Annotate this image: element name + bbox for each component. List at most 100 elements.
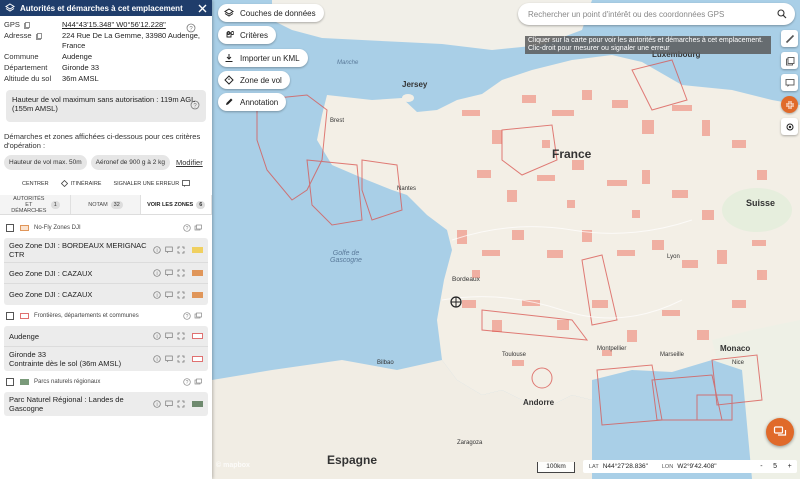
zone-item[interactable]: Gironde 33 Contrainte dès le sol (36m AM… xyxy=(4,347,208,371)
zone-icons: i xyxy=(153,332,203,340)
layers-toggle-icon[interactable] xyxy=(194,312,202,320)
locate-me-button[interactable] xyxy=(781,118,798,135)
tab-zones[interactable]: VOIR LES ZONES 6 xyxy=(141,195,212,214)
map-search-bar[interactable] xyxy=(518,3,795,25)
zone-icons: i xyxy=(153,400,203,408)
zone-item[interactable]: Geo Zone DJI : CAZAUX i xyxy=(4,263,208,284)
modify-link[interactable]: Modifier xyxy=(176,158,203,167)
zone-item[interactable]: Audenge i xyxy=(4,326,208,347)
label-nice: Nice xyxy=(732,360,745,366)
label-nantes: Nantes xyxy=(397,186,417,192)
zoom-to-zone-icon[interactable] xyxy=(177,269,185,277)
svg-text:?: ? xyxy=(186,314,189,320)
search-icon[interactable] xyxy=(777,9,787,19)
zone-swatch xyxy=(192,247,203,253)
report-error-label: SIGNALER UNE ERREUR xyxy=(113,180,180,187)
close-panel-button[interactable] xyxy=(196,2,208,14)
panel-title: Autorités et démarches à cet emplacement xyxy=(20,3,183,13)
command-icon xyxy=(226,31,234,38)
message-icon[interactable] xyxy=(165,400,173,408)
fullscreen-button[interactable] xyxy=(781,96,798,113)
address-value: 224 Rue De La Gemme, 33980 Audenge, Fran… xyxy=(62,31,201,50)
annotation-button[interactable]: Annotation xyxy=(218,93,287,111)
zone-icons: i xyxy=(153,290,203,299)
zone-item[interactable]: Parc Naturel Régional : Landes de Gascog… xyxy=(4,392,208,416)
label-montpellier: Montpellier xyxy=(597,346,627,352)
zone-swatch xyxy=(192,333,203,339)
ruler-tool-button[interactable] xyxy=(781,30,798,47)
zone-swatch xyxy=(192,270,203,276)
info-icon[interactable]: i xyxy=(153,400,161,408)
tab-notam[interactable]: NOTAM 32 xyxy=(70,195,142,214)
group-icons: ? xyxy=(183,312,202,320)
copy-icon[interactable] xyxy=(35,32,42,40)
info-icon[interactable]: i xyxy=(153,355,161,363)
zone-name: Audenge xyxy=(9,331,40,341)
message-icon[interactable] xyxy=(165,355,173,363)
pencil-icon xyxy=(226,98,233,105)
group-swatch xyxy=(20,313,29,319)
help-icon[interactable]: ? xyxy=(186,23,196,33)
svg-text:?: ? xyxy=(186,380,189,386)
map-canvas[interactable]: Jersey Manche Luxembourg France Suisse G… xyxy=(212,0,800,479)
feedback-button[interactable] xyxy=(781,74,798,91)
message-icon[interactable] xyxy=(165,246,173,254)
label-bordeaux: Bordeaux xyxy=(452,276,480,283)
info-icon[interactable]: i xyxy=(153,246,161,254)
layer-preview-button[interactable] xyxy=(781,52,798,69)
zoom-control: - 5 + xyxy=(755,460,797,473)
group-swatch xyxy=(20,379,29,385)
group-checkbox[interactable] xyxy=(6,378,14,386)
zoom-in-button[interactable]: + xyxy=(788,463,792,470)
center-button[interactable]: CENTRER xyxy=(22,181,49,187)
criteria-button[interactable]: Critères xyxy=(218,26,277,44)
svg-text:i: i xyxy=(156,402,157,408)
support-chat-button[interactable] xyxy=(766,418,794,446)
tab-authorities[interactable]: AUTORITÉS ET DÉMARCHES 1 xyxy=(0,195,71,214)
import-kml-button[interactable]: Importer un KML xyxy=(218,49,308,67)
report-error-button[interactable]: SIGNALER UNE ERREUR xyxy=(113,180,191,187)
flight-zone-button[interactable]: Zone de vol xyxy=(218,71,290,89)
label-brest: Brest xyxy=(330,118,345,124)
zoom-to-zone-icon[interactable] xyxy=(177,355,185,363)
zoom-to-zone-icon[interactable] xyxy=(177,291,185,299)
info-icon[interactable]: i xyxy=(153,332,161,340)
layers-toggle-icon[interactable] xyxy=(194,378,202,386)
info-icon[interactable]: i xyxy=(153,269,161,277)
zone-item[interactable]: Geo Zone DJI : CAZAUX i xyxy=(4,284,208,305)
message-icon[interactable] xyxy=(165,269,173,277)
search-input[interactable] xyxy=(528,9,777,19)
group-checkbox[interactable] xyxy=(6,224,14,232)
zoom-out-button[interactable]: - xyxy=(760,463,762,470)
zone-name: Geo Zone DJI : BORDEAUX MERIGNAC CTR xyxy=(9,241,147,259)
criteria-chips: Hauteur de vol max. 50m Aéronef de 900 g… xyxy=(0,150,212,170)
message-icon[interactable] xyxy=(165,291,173,299)
data-layers-button[interactable]: Couches de données xyxy=(218,4,324,22)
mapbox-logo[interactable]: © mapbox xyxy=(216,462,250,469)
weight-chip[interactable]: Aéronef de 900 g à 2 kg xyxy=(90,155,171,170)
chat-bubble-icon xyxy=(773,426,787,436)
group-icons: ? xyxy=(183,378,202,386)
info-icon[interactable]: ? xyxy=(183,224,191,232)
height-chip[interactable]: Hauteur de vol max. 50m xyxy=(4,155,87,170)
map-background[interactable] xyxy=(212,0,800,479)
zoom-to-zone-icon[interactable] xyxy=(177,332,185,340)
zoom-to-zone-icon[interactable] xyxy=(177,246,185,254)
message-icon[interactable] xyxy=(165,332,173,340)
info-icon[interactable]: ? xyxy=(183,378,191,386)
departement-row: Département Gironde 33 xyxy=(4,63,208,73)
itinerary-button[interactable]: ITINÉRAIRE xyxy=(60,180,101,187)
zone-swatch xyxy=(192,356,203,362)
copy-icon[interactable] xyxy=(24,21,30,29)
layers-toggle-icon[interactable] xyxy=(194,224,202,232)
info-icon[interactable]: i xyxy=(153,290,161,299)
zone-item[interactable]: Geo Zone DJI : BORDEAUX MERIGNAC CTR i xyxy=(4,238,208,263)
lon-value: W2°9'42.408" xyxy=(677,463,717,470)
altitude-row: Altitude du sol 36m AMSL xyxy=(4,74,208,84)
info-icon[interactable]: ? xyxy=(183,312,191,320)
help-icon[interactable]: ? xyxy=(190,100,200,112)
group-swatch xyxy=(20,225,29,231)
group-checkbox[interactable] xyxy=(6,312,14,320)
map-hint-tooltip: Cliquer sur la carte pour voir les autor… xyxy=(525,36,771,54)
zoom-to-zone-icon[interactable] xyxy=(177,400,185,408)
